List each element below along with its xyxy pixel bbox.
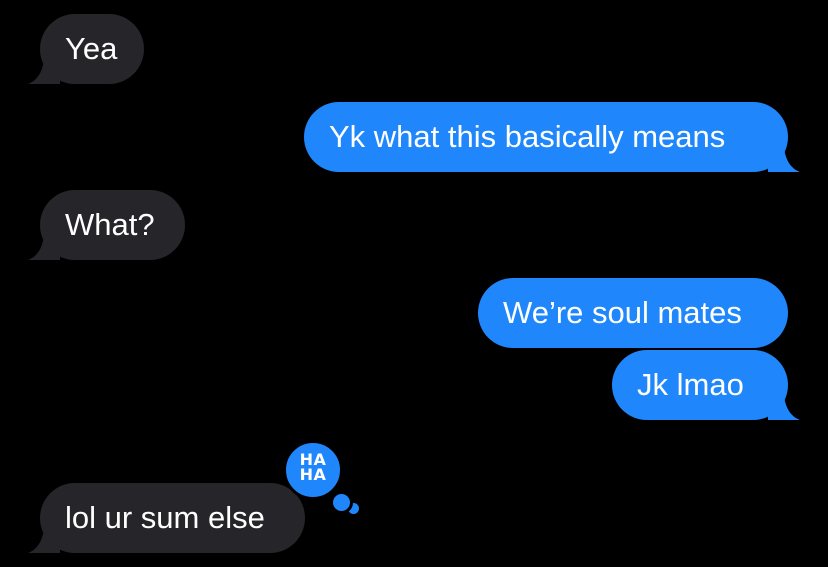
message-text: Yk what this basically means xyxy=(329,119,726,154)
message-bubble-incoming[interactable]: What? xyxy=(28,190,185,260)
message-bubble-incoming[interactable]: lol ur sum else xyxy=(28,483,305,553)
reaction-label-line: HA xyxy=(299,465,327,484)
bubble-tail xyxy=(768,142,800,172)
bubble-tail xyxy=(28,230,60,260)
message-text: lol ur sum else xyxy=(65,500,265,535)
haha-reaction-icon[interactable]: HA HA xyxy=(283,440,363,520)
message-text: We’re soul mates xyxy=(503,295,742,330)
reaction-tail-dot xyxy=(330,491,353,514)
message-text: Jk lmao xyxy=(637,367,744,402)
message-bubble-outgoing[interactable]: Jk lmao xyxy=(612,350,800,420)
message-bubble-outgoing[interactable]: We’re soul mates xyxy=(478,278,788,348)
message-text: What? xyxy=(65,207,155,242)
message-bubble-incoming[interactable]: Yea xyxy=(28,14,144,84)
reaction-label: HA HA xyxy=(283,452,343,484)
message-bubble-outgoing[interactable]: Yk what this basically means xyxy=(304,102,800,172)
bubble-tail xyxy=(768,390,800,420)
bubble-tail xyxy=(28,54,60,84)
message-text: Yea xyxy=(65,31,118,66)
bubble-tail xyxy=(28,523,60,553)
